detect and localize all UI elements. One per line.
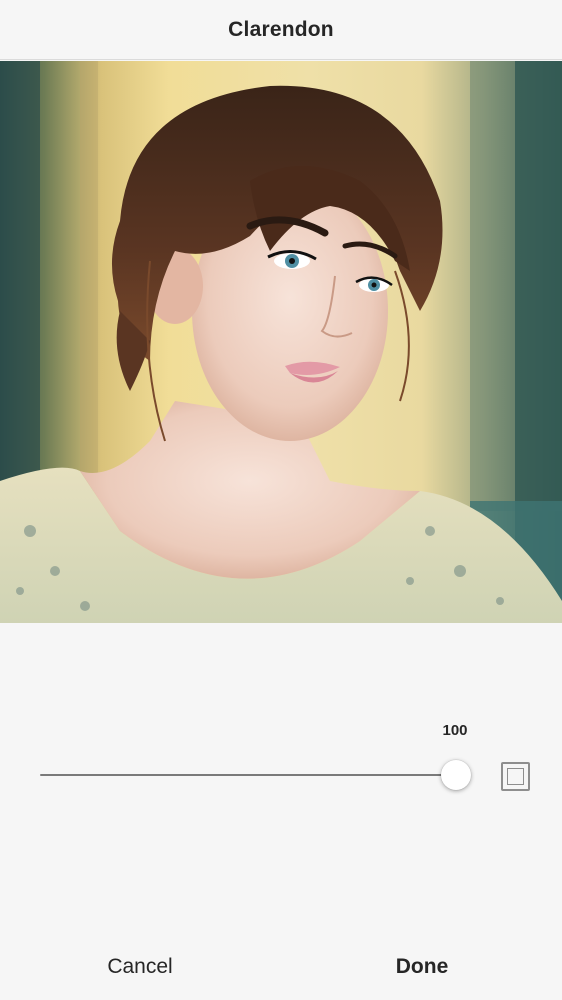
done-button[interactable]: Done [372, 950, 472, 984]
filter-editor-screen: Clarendon 100 Cancel Done [0, 0, 562, 1000]
frame-icon[interactable] [501, 762, 530, 791]
intensity-slider-thumb[interactable] [441, 760, 471, 790]
intensity-value: 100 [442, 722, 468, 739]
frame-icon-inner [507, 768, 524, 785]
photo-preview [0, 61, 562, 623]
intensity-slider-track[interactable] [40, 774, 456, 776]
cancel-button[interactable]: Cancel [90, 950, 190, 984]
top-bar: Clarendon [0, 0, 562, 60]
portrait-photo [0, 61, 562, 623]
filter-title: Clarendon [228, 17, 334, 41]
